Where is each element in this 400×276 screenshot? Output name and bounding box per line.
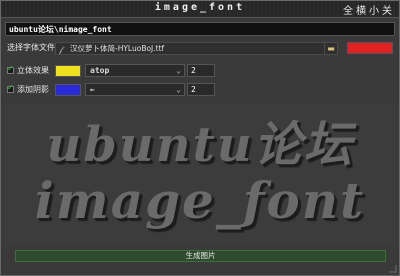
shadow-row: ✓ 添加阴影 ← ⌄ 2: [5, 83, 395, 97]
text-color-swatch[interactable]: [347, 42, 393, 54]
font-file-icon: 𝒻: [59, 45, 63, 54]
horizontal-button[interactable]: 横: [356, 2, 369, 17]
shadow-label: 添加阴影: [17, 85, 49, 94]
chevron-down-icon: ⌄: [176, 66, 181, 75]
preview-line-2: image_font: [34, 171, 366, 230]
effect-color-swatch[interactable]: [55, 65, 81, 77]
resize-grip-icon[interactable]: [389, 265, 397, 273]
font-path-text: 汉仪萝卜体简-HYLuoBoJ.ttf: [70, 44, 165, 53]
font-label: 选择字体文件: [7, 43, 55, 52]
effect-row: ✓ 立体效果 atop ⌄ 2: [5, 64, 395, 78]
shadow-depth-input[interactable]: 2: [187, 83, 215, 96]
minimize-button[interactable]: 小: [369, 2, 382, 17]
shadow-direction-select[interactable]: ← ⌄: [85, 83, 185, 96]
effect-checkbox[interactable]: ✓: [7, 64, 14, 74]
preview-line-1: ubuntu论坛: [46, 117, 354, 173]
shadow-checkbox[interactable]: ✓: [7, 83, 14, 93]
shadow-color-swatch[interactable]: [55, 84, 81, 96]
effect-direction-select[interactable]: atop ⌄: [85, 64, 185, 77]
title-bar[interactable]: image_font 全横小关: [1, 1, 399, 18]
window-title: image_font: [154, 2, 246, 13]
chevron-down-icon: ⌄: [176, 85, 181, 94]
text-input[interactable]: ubuntu论坛\nimage_font: [5, 22, 395, 36]
preview-area: ubuntu论坛 image_font: [5, 105, 395, 245]
check-icon: ✓: [7, 64, 14, 73]
effect-depth-input[interactable]: 2: [187, 64, 215, 77]
effect-direction-value: atop: [90, 66, 110, 75]
folder-button[interactable]: ▬: [324, 42, 338, 55]
window-controls: 全横小关: [343, 2, 395, 17]
generate-image-button[interactable]: 生成图片: [15, 250, 386, 262]
close-button[interactable]: 关: [382, 2, 395, 17]
check-icon: ✓: [7, 83, 14, 92]
maximize-button[interactable]: 全: [343, 2, 356, 17]
shadow-direction-value: ←: [90, 85, 95, 94]
folder-icon: ▬: [327, 44, 335, 53]
effect-label: 立体效果: [17, 66, 49, 75]
app-window: image_font 全横小关 ubuntu论坛\nimage_font 选择字…: [0, 0, 400, 276]
font-row: 选择字体文件 𝒻 汉仪萝卜体简-HYLuoBoJ.ttf ▬: [5, 41, 395, 55]
font-path-field[interactable]: 𝒻 汉仪萝卜体简-HYLuoBoJ.ttf: [55, 42, 325, 55]
